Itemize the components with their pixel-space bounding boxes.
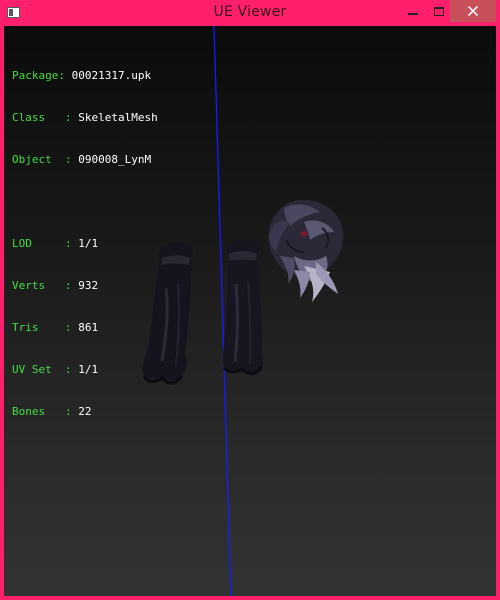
info-row-bones: Bones : 22 [12,405,158,419]
close-icon [468,6,478,16]
class-label: Class : [12,111,79,124]
maximize-button[interactable] [428,0,450,22]
title-bar[interactable]: UE Viewer [0,0,500,26]
package-label: Package: [12,69,72,82]
tris-value: 861 [78,321,99,334]
info-row-class: Class : SkeletalMesh [12,111,158,125]
tris-label: Tris : [12,321,79,334]
minimize-button[interactable] [402,0,424,22]
3d-viewport[interactable]: Package: 00021317.upk Class : SkeletalMe… [4,26,496,596]
package-value: 00021317.upk [71,69,152,82]
info-row-uvset: UV Set : 1/1 [12,363,158,377]
uvset-label: UV Set : [12,363,79,376]
object-label: Object : [12,153,79,166]
info-row-verts: Verts : 932 [12,279,158,293]
info-row-lod: LOD : 1/1 [12,237,158,251]
verts-value: 932 [78,279,99,292]
object-value: 090008_LynM [78,153,152,166]
app-window: UE Viewer Package: 00021317.upk Class: … [0,0,500,600]
info-row-package: Package: 00021317.upk [12,69,158,83]
bones-value: 22 [78,405,92,418]
uvset-value: 1/1 [78,363,99,376]
close-button[interactable] [450,0,496,22]
class-value: SkeletalMesh [78,111,158,124]
mesh-info-panel: Package: 00021317.upk Class : SkeletalMe… [12,41,158,447]
mesh-sleeve-right [222,239,264,375]
verts-label: Verts : [12,279,79,292]
lod-value: 1/1 [78,237,99,250]
lod-label: LOD : [12,237,79,250]
bones-label: Bones : [12,405,79,418]
info-row-object: Object : 090008_LynM [12,153,158,167]
window-title: UE Viewer [213,4,287,20]
mesh-head [268,199,344,302]
info-row-tris: Tris : 861 [12,321,158,335]
